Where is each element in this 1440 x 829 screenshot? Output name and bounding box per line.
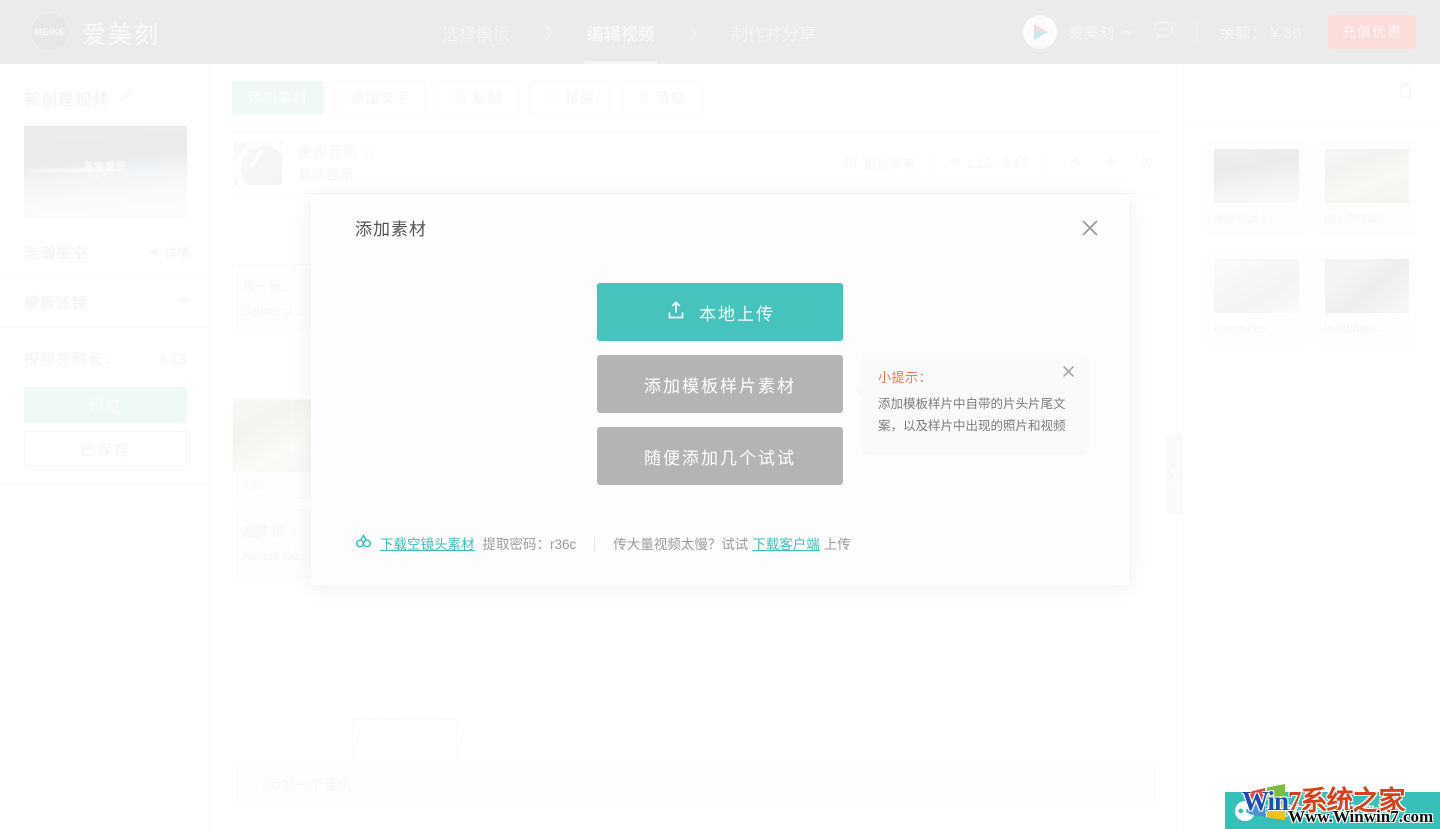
tooltip-close-icon[interactable] — [1061, 364, 1076, 382]
service-welcome-label: 欢迎咨询 — [1331, 802, 1391, 819]
footer-divider — [594, 535, 596, 551]
add-template-sample-button[interactable]: 添加模板样片素材 — [597, 355, 843, 413]
slow-upload-text: 传大量视频太慢？试试 — [613, 537, 749, 552]
customer-service-bar[interactable]: ●● 客服在线 欢迎咨询 — [1225, 792, 1440, 829]
extract-password-text: 提取密码：r36c — [482, 537, 577, 552]
add-random-button[interactable]: 随便添加几个试试 — [597, 427, 843, 485]
tooltip-popover: 小提示： 添加模板样片中自带的片头片尾文案，以及样片中出现的照片和视频 — [856, 355, 1086, 452]
add-random-label: 随便添加几个试试 — [644, 448, 796, 468]
download-client-link[interactable]: 下载客户端 — [752, 533, 820, 553]
upload-icon — [665, 299, 687, 326]
modal-action-buttons: 本地上传 添加模板样片素材 随便添加几个试试 — [597, 283, 843, 485]
modal-footer: 下载空镜头素材 提取密码：r36c 传大量视频太慢？试试 下载客户端 上传 — [355, 533, 1085, 553]
close-icon — [1082, 220, 1098, 236]
download-footage-link[interactable]: 下载空镜头素材 — [380, 533, 475, 553]
modal-close-button[interactable] — [1075, 213, 1105, 243]
link-icon — [355, 534, 372, 552]
tooltip-body: 添加模板样片中自带的片头片尾文案，以及样片中出现的照片和视频 — [878, 397, 1066, 433]
chat-icon-service: ●● — [1235, 800, 1255, 821]
modal-title: 添加素材 — [355, 220, 427, 239]
add-material-modal: 添加素材 本地上传 添加模板样片素材 随便添加几个试试 小提示： 添加模板样片中… — [311, 195, 1129, 585]
app-root: MEIKE 爱美刻 选择模板 ❯ 编辑视频 ❯ 制作并分享 爱美刻 — [0, 0, 1440, 829]
tooltip-title: 小提示： — [878, 370, 933, 385]
upload-suffix-text: 上传 — [823, 537, 851, 552]
local-upload-button[interactable]: 本地上传 — [597, 283, 843, 341]
local-upload-label: 本地上传 — [699, 304, 775, 324]
add-template-sample-label: 添加模板样片素材 — [644, 376, 796, 396]
service-online-label: 客服在线 — [1263, 802, 1323, 819]
